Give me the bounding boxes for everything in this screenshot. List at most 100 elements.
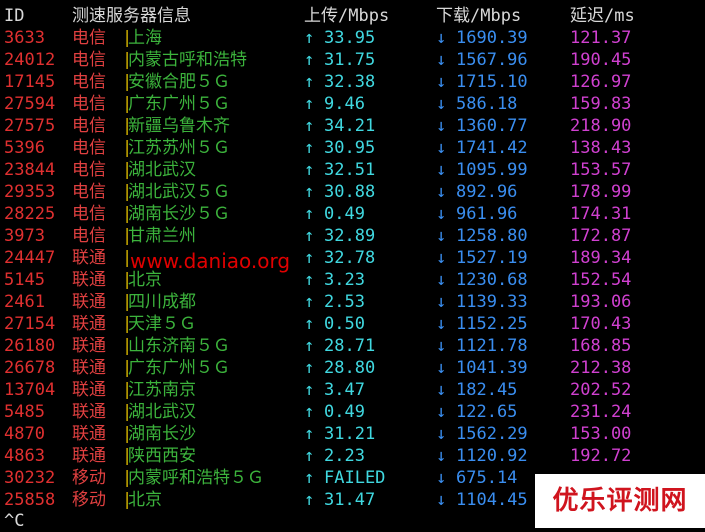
row-latency: 153.57: [570, 160, 632, 180]
up-arrow-icon: ↑: [304, 314, 315, 334]
table-row: 24012 电信 | 内蒙古呼和浩特 ↑ 31.75 ↓ 1567.96 190.45: [4, 49, 705, 71]
row-latency: 126.97: [570, 72, 632, 92]
row-download: 1567.96: [456, 50, 528, 70]
down-arrow-icon: ↓: [436, 336, 447, 356]
site-logo: 优乐评测网: [535, 474, 705, 528]
row-latency: 192.72: [570, 446, 632, 466]
row-download: 182.45: [456, 380, 518, 400]
table-row: 17145 电信 | 安徽合肥５Ｇ ↑ 32.38 ↓ 1715.10 126.97: [4, 71, 705, 93]
up-arrow-icon: ↑: [304, 204, 315, 224]
row-download: 1095.99: [456, 160, 528, 180]
row-download: 1121.78: [456, 336, 528, 356]
row-latency: 174.31: [570, 204, 632, 224]
row-download: 1041.39: [456, 358, 528, 378]
row-city: 山东济南５Ｇ: [128, 336, 230, 356]
row-isp: 移动: [72, 468, 106, 488]
row-upload: 31.75: [324, 50, 376, 70]
table-row: 5485 联通 | 湖北武汉 ↑ 0.49 ↓ 122.65 231.24: [4, 401, 705, 423]
up-arrow-icon: ↑: [304, 50, 315, 70]
row-id: 5396: [4, 138, 45, 158]
down-arrow-icon: ↓: [436, 116, 447, 136]
row-latency: 172.87: [570, 226, 632, 246]
row-download: 1562.29: [456, 424, 528, 444]
row-download: 1715.10: [456, 72, 528, 92]
up-arrow-icon: ↑: [304, 160, 315, 180]
terminal-output: ID 测速服务器信息 上传/Mbps 下载/Mbps 延迟/ms 3633 电信 |…: [4, 5, 705, 511]
row-isp: 联通: [72, 292, 106, 312]
row-isp: 移动: [72, 490, 106, 510]
down-arrow-icon: ↓: [436, 204, 447, 224]
row-latency: 218.90: [570, 116, 632, 136]
row-city: 湖南长沙: [128, 424, 196, 444]
row-upload: 31.21: [324, 424, 376, 444]
table-row: 23844 电信 | 湖北武汉 ↑ 32.51 ↓ 1095.99 153.57: [4, 159, 705, 181]
row-city: 内蒙呼和浩特５Ｇ: [128, 468, 264, 488]
down-arrow-icon: ↓: [436, 424, 447, 444]
table-row: 4863 联通 | 陕西西安 ↑ 2.23 ↓ 1120.92 192.72: [4, 445, 705, 467]
row-download: 1120.92: [456, 446, 528, 466]
down-arrow-icon: ↓: [436, 138, 447, 158]
row-city: 四川成都: [128, 292, 196, 312]
row-id: 3973: [4, 226, 45, 246]
down-arrow-icon: ↓: [436, 270, 447, 290]
row-upload: 28.71: [324, 336, 376, 356]
row-download: 1741.42: [456, 138, 528, 158]
row-download: 1360.77: [456, 116, 528, 136]
table-row: 3973 电信 | 甘肃兰州 ↑ 32.89 ↓ 1258.80 172.87: [4, 225, 705, 247]
row-id: 24012: [4, 50, 56, 70]
table-row: 26678 联通 | 广东广州５Ｇ ↑ 28.80 ↓ 1041.39 212.38: [4, 357, 705, 379]
row-isp: 联通: [72, 380, 106, 400]
up-arrow-icon: ↑: [304, 358, 315, 378]
table-row: 26180 联通 | 山东济南５Ｇ ↑ 28.71 ↓ 1121.78 168.85: [4, 335, 705, 357]
row-upload: 30.95: [324, 138, 376, 158]
terminal-prompt: ^C: [4, 511, 25, 531]
row-id: 25858: [4, 490, 56, 510]
up-arrow-icon: ↑: [304, 226, 315, 246]
row-upload: 34.21: [324, 116, 376, 136]
down-arrow-icon: ↓: [436, 50, 447, 70]
row-city: 甘肃兰州: [128, 226, 196, 246]
row-latency: 152.54: [570, 270, 632, 290]
down-arrow-icon: ↓: [436, 292, 447, 312]
row-id: 5145: [4, 270, 45, 290]
row-latency: 202.52: [570, 380, 632, 400]
up-arrow-icon: ↑: [304, 28, 315, 48]
row-id: 30232: [4, 468, 56, 488]
row-city: 陕西西安: [128, 446, 196, 466]
table-row: 13704 联通 | 江苏南京 ↑ 3.47 ↓ 182.45 202.52: [4, 379, 705, 401]
row-isp: 联通: [72, 446, 106, 466]
table-row: 4870 联通 | 湖南长沙 ↑ 31.21 ↓ 1562.29 153.00: [4, 423, 705, 445]
up-arrow-icon: ↑: [304, 72, 315, 92]
row-download: 1527.19: [456, 248, 528, 268]
row-id: 4870: [4, 424, 45, 444]
down-arrow-icon: ↓: [436, 402, 447, 422]
row-id: 26678: [4, 358, 56, 378]
row-download: 961.96: [456, 204, 518, 224]
watermark-url: www.daniao.org: [130, 249, 291, 273]
up-arrow-icon: ↑: [304, 380, 315, 400]
row-latency: 178.99: [570, 182, 632, 202]
up-arrow-icon: ↑: [304, 490, 315, 510]
table-row: 2461 联通 | 四川成都 ↑ 2.53 ↓ 1139.33 193.06: [4, 291, 705, 313]
down-arrow-icon: ↓: [436, 72, 447, 92]
row-isp: 联通: [72, 270, 106, 290]
row-city: 新疆乌鲁木齐: [128, 116, 230, 136]
up-arrow-icon: ↑: [304, 248, 315, 268]
row-download: 586.18: [456, 94, 518, 114]
row-upload: 32.89: [324, 226, 376, 246]
row-city: 广东广州５Ｇ: [128, 358, 230, 378]
row-latency: 121.37: [570, 28, 632, 48]
row-upload: 32.38: [324, 72, 376, 92]
down-arrow-icon: ↓: [436, 94, 447, 114]
row-isp: 电信: [72, 94, 106, 114]
up-arrow-icon: ↑: [304, 94, 315, 114]
row-id: 5485: [4, 402, 45, 422]
row-isp: 电信: [72, 28, 106, 48]
header-id: ID: [4, 6, 25, 26]
row-city: 湖北武汉５Ｇ: [128, 182, 230, 202]
row-isp: 联通: [72, 358, 106, 378]
row-isp: 电信: [72, 116, 106, 136]
row-isp: 电信: [72, 226, 106, 246]
row-download: 1104.45: [456, 490, 528, 510]
down-arrow-icon: ↓: [436, 248, 447, 268]
